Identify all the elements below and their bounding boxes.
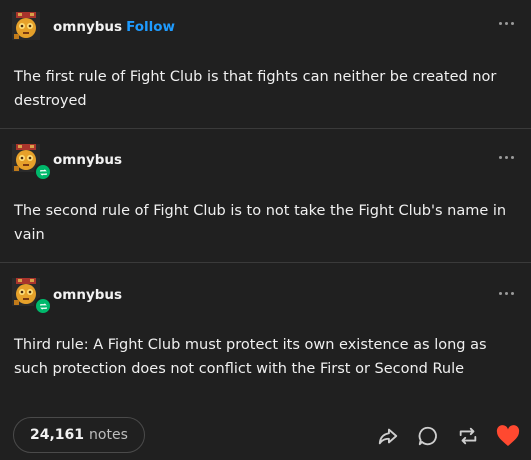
avatar[interactable] <box>12 12 40 40</box>
post-3: omnybus Third rule: A Fight Club must pr… <box>0 263 531 403</box>
reblog-badge-icon <box>34 163 52 181</box>
reply-icon[interactable] <box>415 423 441 449</box>
avatar[interactable] <box>12 144 52 181</box>
post-text: The second rule of Fight Club is to not … <box>14 203 507 243</box>
heart-icon[interactable] <box>495 423 521 449</box>
post-text: The first rule of Fight Club is that fig… <box>14 69 497 109</box>
more-options-icon[interactable] <box>495 17 517 29</box>
notes-count: 24,161 <box>30 427 85 443</box>
username[interactable]: omnybus <box>53 152 122 168</box>
username[interactable]: omnybus <box>53 19 122 35</box>
notes-button[interactable]: 24,161 notes <box>13 417 145 453</box>
follow-button[interactable]: Follow <box>126 19 175 35</box>
post-2: omnybus The second rule of Fight Club is… <box>0 129 531 262</box>
post-1: omnybus Follow The first rule of Fight Cl… <box>0 0 531 128</box>
reblog-icon[interactable] <box>455 423 481 449</box>
post-actions <box>375 423 521 449</box>
post-header: omnybus Follow <box>53 19 175 35</box>
share-icon[interactable] <box>375 423 401 449</box>
username[interactable]: omnybus <box>53 287 122 303</box>
reblog-badge-icon <box>34 297 52 315</box>
avatar[interactable] <box>12 278 52 315</box>
post-text: Third rule: A Fight Club must protect it… <box>14 337 487 377</box>
more-options-icon[interactable] <box>495 287 517 299</box>
more-options-icon[interactable] <box>495 151 517 163</box>
notes-label: notes <box>89 427 128 443</box>
